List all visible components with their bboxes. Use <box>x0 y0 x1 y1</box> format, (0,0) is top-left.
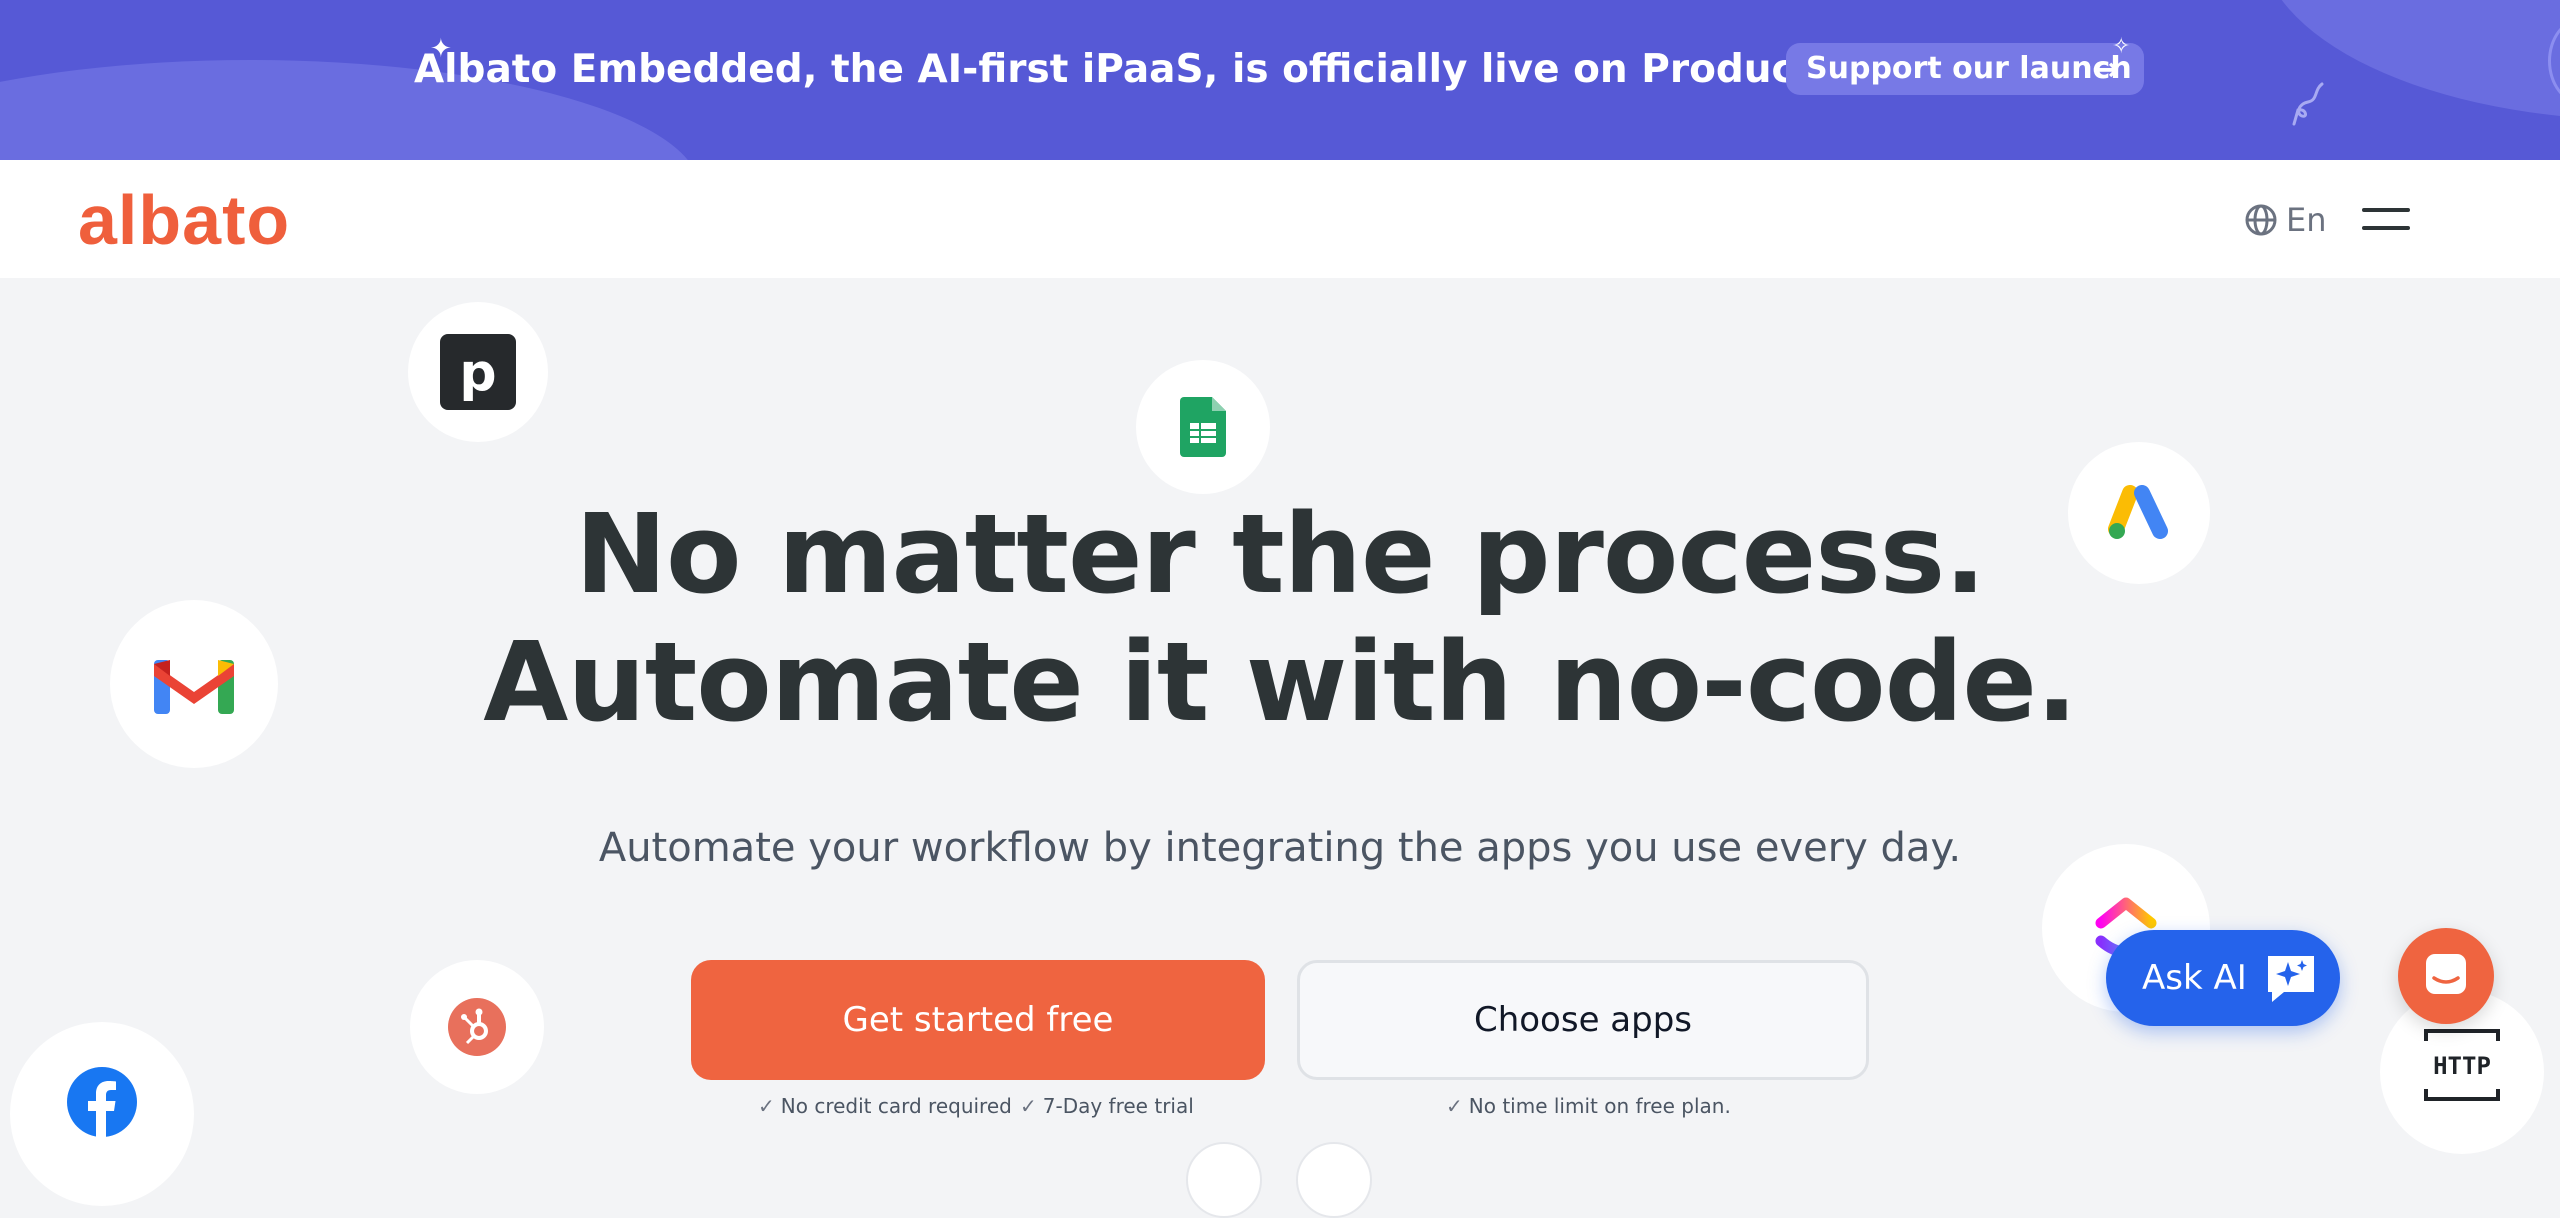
http-label: HTTP <box>2433 1052 2491 1080</box>
free-trial-text: 7-Day free trial <box>1042 1094 1194 1118</box>
choose-apps-button[interactable]: Choose apps <box>1297 960 1869 1080</box>
pipedrive-icon: p <box>408 302 548 442</box>
hero-subtitle: Automate your workflow by integrating th… <box>598 825 1962 871</box>
promo-banner: ✦ Albato Embedded, the AI-first iPaaS, i… <box>0 0 2560 160</box>
language-selector[interactable]: En <box>2244 200 2327 240</box>
check-icon: ✓ <box>1446 1094 1463 1118</box>
hero-title-line-2: Automate it with no-code. <box>483 618 2077 746</box>
hero-title-line-1: No matter the process. <box>575 490 1986 618</box>
chat-icon <box>2426 954 2466 994</box>
gmail-icon <box>110 600 278 768</box>
banner-text: Albato Embedded, the AI-first iPaaS, is … <box>414 47 1952 92</box>
facebook-icon <box>10 1022 194 1206</box>
sparkle-icon: ✧ <box>2112 34 2131 59</box>
check-icon: ✓ <box>758 1094 775 1118</box>
no-credit-card-text: No credit card required <box>780 1094 1012 1118</box>
support-launch-label: Support our launch <box>1806 51 2132 86</box>
squiggle-icon <box>2292 82 2324 126</box>
support-launch-button[interactable]: Support our launch → ✧ <box>1786 34 2144 95</box>
check-icon: ✓ <box>1020 1094 1037 1118</box>
hamburger-menu-icon[interactable] <box>2362 206 2412 234</box>
get-started-free-button[interactable]: Get started free <box>691 960 1265 1080</box>
hubspot-icon <box>410 960 544 1094</box>
partial-icon-bubble <box>1296 1142 1372 1218</box>
no-time-limit-note: ✓ No time limit on free plan. <box>1446 1092 1731 1120</box>
partial-icon-bubble <box>1186 1142 1262 1218</box>
albato-logo[interactable]: albato <box>78 180 290 260</box>
globe-icon <box>2245 204 2277 236</box>
language-label: En <box>2286 201 2327 239</box>
no-time-limit-text: No time limit on free plan. <box>1468 1094 1731 1118</box>
ask-ai-label: Ask AI <box>2142 958 2247 998</box>
site-header: albato En <box>0 160 2560 278</box>
free-trial-note: ✓ 7-Day free trial <box>1020 1092 1194 1120</box>
hero-title: No matter the process. Automate it with … <box>380 490 2180 746</box>
chat-widget-button[interactable] <box>2398 928 2494 1024</box>
ai-sparkle-chat-icon <box>2268 956 2314 1002</box>
google-sheets-icon <box>1136 360 1270 494</box>
no-credit-card-note: ✓ No credit card required <box>758 1092 1012 1120</box>
ask-ai-button[interactable]: Ask AI <box>2106 930 2340 1026</box>
svg-text:p: p <box>459 343 496 403</box>
